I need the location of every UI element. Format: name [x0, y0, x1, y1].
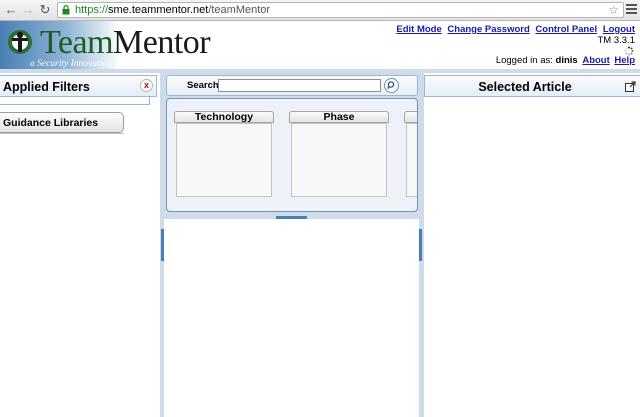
- technology-facet-title: Technology: [174, 111, 274, 123]
- third-facet-title: [404, 111, 417, 123]
- lock-icon: [62, 5, 70, 15]
- right-panel: Selected Article: [424, 73, 640, 417]
- main-layout: Applied Filters x Guidance Libraries Sea…: [0, 69, 640, 417]
- logo-wordmark: TeamMentor: [40, 24, 211, 62]
- teammentor-logo-icon: [8, 30, 32, 54]
- back-arrow-icon[interactable]: ←: [4, 3, 18, 17]
- username: dinis: [555, 55, 578, 66]
- search-input[interactable]: [218, 79, 381, 92]
- phase-facet: Phase: [289, 111, 389, 197]
- third-facet: [404, 111, 417, 197]
- menu-icon[interactable]: [626, 4, 637, 16]
- help-link[interactable]: Help: [614, 55, 635, 66]
- technology-facet-list[interactable]: [176, 123, 272, 197]
- app-header: TeamMentor a Security Innovation eKnowle…: [0, 21, 640, 69]
- applied-filters-header: Applied Filters x: [0, 75, 157, 97]
- logout-link[interactable]: Logout: [603, 24, 635, 35]
- selected-article-title: Selected Article: [478, 80, 572, 94]
- url-text: https://sme.teammentor.net/teamMentor: [75, 4, 270, 17]
- applied-filters-list: [0, 97, 150, 105]
- popout-window-icon[interactable]: [625, 81, 636, 92]
- selected-article-header: Selected Article: [424, 75, 640, 97]
- logo-team: Team: [40, 24, 114, 61]
- middle-panel: Search Technology Phase: [164, 73, 420, 417]
- third-facet-list[interactable]: [406, 123, 417, 197]
- search-label: Search: [187, 80, 219, 91]
- control-panel-link[interactable]: Control Panel: [535, 24, 597, 35]
- logged-in-label: Logged in as:: [495, 55, 553, 66]
- about-link[interactable]: About: [582, 55, 609, 66]
- facet-filters-panel: Technology Phase: [166, 98, 418, 212]
- url-path: /teamMentor: [208, 4, 271, 16]
- url-host: sme.teammentor.net: [108, 4, 209, 16]
- edit-mode-link[interactable]: Edit Mode: [396, 24, 441, 35]
- guidance-divider: [0, 133, 124, 134]
- applied-filters-title: Applied Filters: [3, 80, 90, 94]
- left-panel: Applied Filters x Guidance Libraries: [0, 73, 160, 417]
- phase-facet-list[interactable]: [291, 123, 387, 197]
- url-scheme: https://: [75, 4, 109, 16]
- address-bar[interactable]: https://sme.teammentor.net/teamMentor ☆: [57, 2, 624, 18]
- results-list: [164, 219, 420, 417]
- guidance-libraries-label: Guidance Libraries: [3, 117, 99, 129]
- clear-filters-close-icon[interactable]: x: [140, 79, 153, 92]
- version-label: TM 3.3.1: [597, 35, 636, 46]
- right-splitter[interactable]: [419, 73, 422, 417]
- technology-facet: Technology: [174, 111, 274, 197]
- search-icon: [387, 81, 395, 90]
- right-splitter-grip[interactable]: [419, 229, 422, 261]
- header-links: Edit Mode Change Password Control Panel …: [393, 25, 635, 35]
- logo-mentor: Mentor: [113, 24, 211, 61]
- logo-tagline: a Security Innovation eKnowledge Product: [30, 59, 194, 69]
- search-bar: Search: [166, 75, 418, 96]
- phase-facet-title: Phase: [289, 111, 389, 123]
- search-button[interactable]: [384, 78, 399, 93]
- user-status: Logged in as: dinis About Help: [496, 56, 635, 66]
- change-password-link[interactable]: Change Password: [447, 24, 529, 35]
- guidance-libraries-button[interactable]: Guidance Libraries: [0, 112, 124, 133]
- browser-toolbar: ← → ↻ https://sme.teammentor.net/teamMen…: [0, 0, 640, 21]
- reload-icon[interactable]: ↻: [38, 3, 52, 17]
- forward-arrow-icon[interactable]: →: [21, 3, 35, 17]
- bookmark-star-icon[interactable]: ☆: [608, 3, 619, 17]
